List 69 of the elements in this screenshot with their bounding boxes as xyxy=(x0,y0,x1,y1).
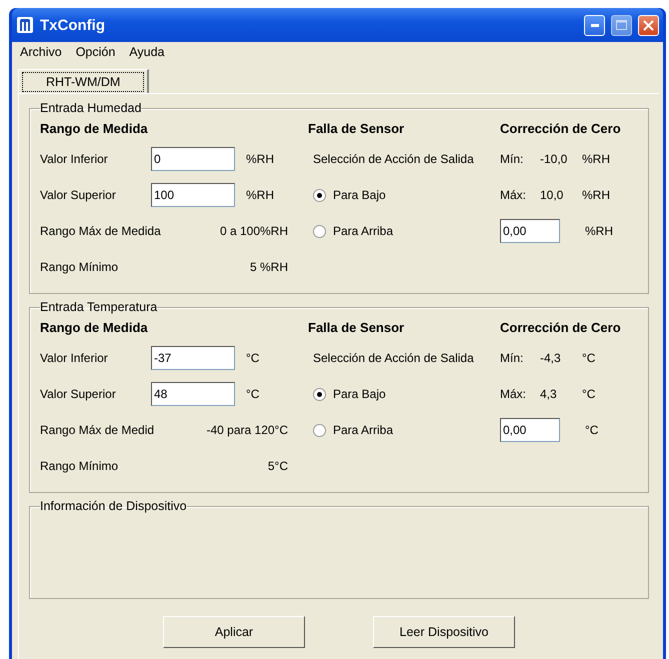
unit-label: °C xyxy=(246,351,260,365)
menu-item[interactable]: Archivo xyxy=(18,45,64,61)
info-value: 5 %RH xyxy=(250,260,288,274)
info-value: 0 a 100%RH xyxy=(220,224,288,238)
window-title: TxConfig xyxy=(40,16,106,34)
unit-label: %RH xyxy=(246,152,274,166)
limit-value: 10,0 xyxy=(540,188,564,202)
limit-label: Mín: xyxy=(500,351,524,365)
info-label: Rango Máx de Medida xyxy=(40,224,161,238)
radio-button[interactable] xyxy=(313,224,326,238)
action-button[interactable]: Leer Dispositivo xyxy=(373,616,515,648)
radio-label: Para Bajo xyxy=(333,188,386,202)
field-label: Valor Superior xyxy=(40,387,117,401)
limit-value: -10,0 xyxy=(540,152,568,166)
input-field[interactable]: 0 xyxy=(151,147,235,171)
minimize-button[interactable] xyxy=(584,14,605,36)
menu-item[interactable]: Ayuda xyxy=(127,45,167,61)
maximize-button[interactable] xyxy=(611,14,632,36)
unit-label: %RH xyxy=(585,224,614,238)
caption-text: Selección de Acción de Salida xyxy=(312,351,474,365)
section-heading: Corrección de Cero xyxy=(500,318,622,336)
group-title: Entrada Temperatura xyxy=(40,300,158,314)
limit-label: Máx: xyxy=(500,387,528,401)
radio-label: Para Bajo xyxy=(333,387,386,401)
limit-value: -4,3 xyxy=(540,351,562,365)
input-field[interactable]: 0,00 xyxy=(500,219,560,243)
group-title: Información de Dispositivo xyxy=(40,499,187,513)
radio-button[interactable] xyxy=(313,388,326,400)
section-heading: Corrección de Cero xyxy=(500,120,622,138)
unit-label: %RH xyxy=(246,188,274,202)
input-field[interactable]: 100 xyxy=(151,183,235,207)
maximize-icon xyxy=(616,20,627,30)
radio-button[interactable] xyxy=(313,424,326,436)
unit-label: %RH xyxy=(582,152,610,166)
action-button[interactable]: Aplicar xyxy=(163,616,305,648)
unit-label: °C xyxy=(582,387,596,401)
input-field[interactable]: -37 xyxy=(151,346,235,370)
app-icon xyxy=(16,16,34,34)
info-label: Rango Mínimo xyxy=(40,459,118,473)
unit-label: °C xyxy=(582,351,596,365)
tab[interactable]: RHT-WM/DM xyxy=(18,69,150,93)
limit-label: Máx: xyxy=(500,188,528,202)
info-label: Rango Mínimo xyxy=(40,260,118,274)
section-heading: Falla de Sensor xyxy=(308,120,406,138)
info-label: Rango Máx de Medid xyxy=(40,423,154,437)
limit-value: 4,3 xyxy=(540,387,558,401)
unit-label: %RH xyxy=(582,188,610,202)
radio-button[interactable] xyxy=(313,188,326,202)
group-title: Entrada Humedad xyxy=(40,101,142,115)
field-label: Valor Inferior xyxy=(40,351,109,365)
limit-label: Mín: xyxy=(500,152,524,166)
field-label: Valor Superior xyxy=(40,188,117,202)
menu-item[interactable]: Opción xyxy=(74,45,118,61)
caption-text: Selección de Acción de Salida xyxy=(312,152,474,166)
close-button[interactable] xyxy=(638,14,659,36)
section-heading: Falla de Sensor xyxy=(308,318,406,336)
radio-label: Para Arriba xyxy=(333,224,394,238)
unit-label: °C xyxy=(246,387,260,401)
section-heading: Rango de Medida xyxy=(40,318,149,337)
section-heading: Rango de Medida xyxy=(40,120,149,138)
info-value: -40 para 120°C xyxy=(206,423,288,437)
unit-label: °C xyxy=(585,423,598,437)
radio-label: Para Arriba xyxy=(333,423,394,437)
field-label: Valor Inferior xyxy=(40,152,109,166)
close-icon xyxy=(643,20,654,30)
input-field[interactable]: 0,00 xyxy=(500,418,560,442)
minimize-icon xyxy=(590,24,598,26)
info-value: 5°C xyxy=(268,459,288,473)
input-field[interactable]: 48 xyxy=(151,382,235,406)
